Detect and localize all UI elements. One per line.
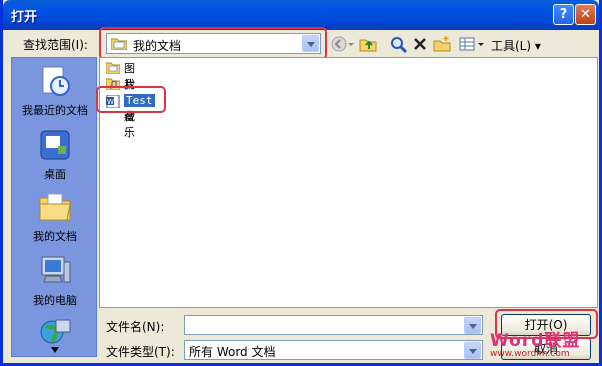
filename-label: 文件名(N):: [106, 320, 165, 334]
close-button[interactable]: ✕: [575, 4, 596, 25]
views-dropdown-icon[interactable]: [477, 35, 485, 53]
file-list[interactable]: 图片收藏 我的音乐 W Test: [99, 57, 598, 308]
watermark-brand: Word联盟: [490, 331, 581, 351]
chevron-down-icon[interactable]: [464, 317, 481, 334]
look-in-label: 查找范围(I):: [23, 38, 88, 52]
delete-icon[interactable]: [411, 35, 429, 53]
place-label-my-documents: 我的文档: [33, 230, 77, 243]
place-label-my-computer: 我的电脑: [33, 294, 77, 307]
scroll-down-arrow-icon[interactable]: [50, 346, 60, 354]
up-folder-icon[interactable]: [359, 35, 377, 53]
filetype-value: 所有 Word 文档: [189, 345, 276, 359]
tools-menu[interactable]: 工具(L) ▾: [491, 37, 541, 54]
place-label-recent: 我最近的文档: [22, 104, 88, 117]
place-label-desktop: 桌面: [44, 168, 66, 181]
window-title: 打开: [11, 10, 38, 25]
watermark: Word联盟 www.wordlm.com: [490, 326, 580, 359]
tools-label: 工具(L): [491, 39, 532, 53]
folder-icon: [106, 62, 120, 74]
titlebar[interactable]: 打开 ? ✕: [3, 0, 599, 30]
help-button[interactable]: ?: [553, 4, 574, 25]
highlight-look-in: [99, 27, 327, 60]
my-documents-icon: [39, 193, 71, 221]
my-computer-icon: [41, 256, 71, 283]
open-dialog: 打开 ? ✕ 查找范围(I): 我的文档 工具(L) ▾ 我最近的文档 桌面 我…: [0, 0, 602, 366]
search-web-icon[interactable]: [389, 35, 407, 53]
filetype-label: 文件类型(T):: [106, 345, 175, 359]
recent-documents-icon: [42, 66, 70, 96]
filetype-dropdown[interactable]: 所有 Word 文档: [184, 340, 483, 360]
back-dropdown-icon[interactable]: [347, 35, 355, 53]
network-places-icon: [40, 319, 71, 344]
highlight-file: [96, 86, 166, 113]
views-icon[interactable]: [458, 35, 476, 53]
watermark-url: www.wordlm.com: [490, 349, 570, 359]
filename-input[interactable]: [184, 315, 483, 335]
desktop-icon: [40, 130, 70, 160]
back-icon[interactable]: [330, 35, 348, 53]
chevron-down-icon[interactable]: [464, 342, 481, 359]
places-bar: 我最近的文档 桌面 我的文档 我的电脑: [11, 57, 97, 357]
new-folder-icon[interactable]: [433, 35, 451, 53]
